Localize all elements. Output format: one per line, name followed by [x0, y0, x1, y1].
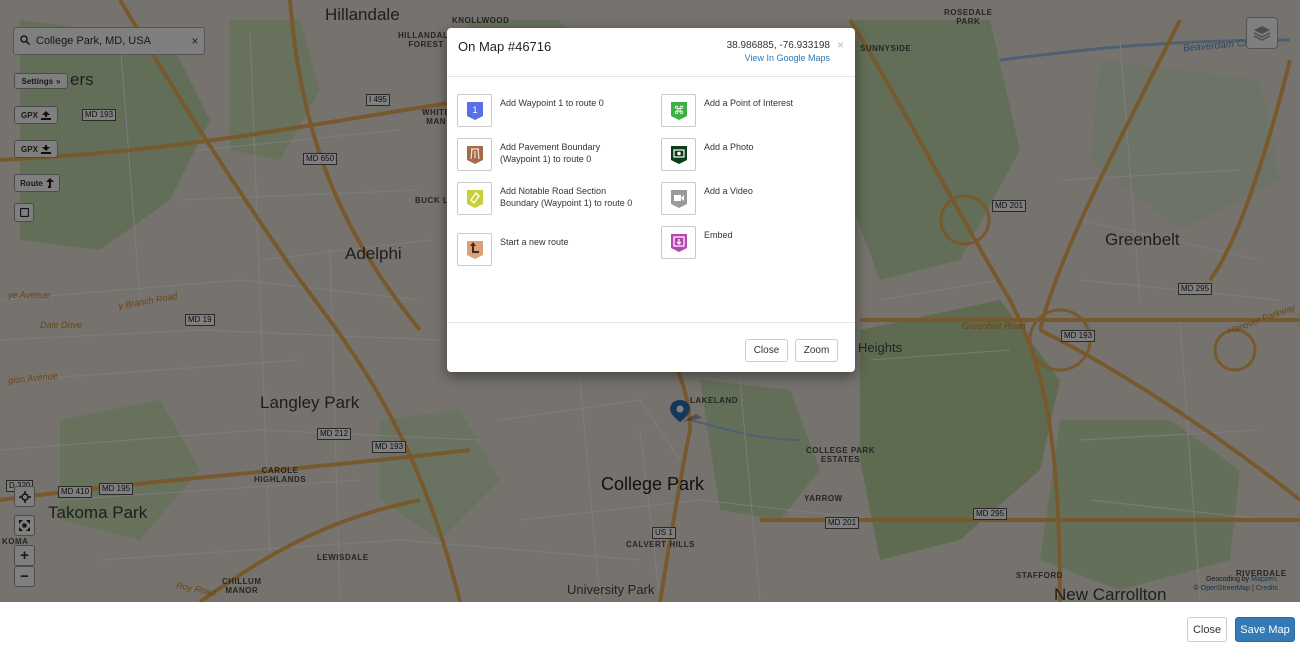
close-icon[interactable]: ×: [837, 38, 844, 52]
action-label: Add Waypoint 1 to route 0: [500, 98, 604, 108]
footer-bar: [0, 602, 1300, 646]
action-label: Add a Point of Interest: [704, 98, 794, 108]
modal-header: On Map #46716 38.986885, -76.933198 View…: [447, 28, 855, 77]
action-label: Add a Photo: [704, 142, 754, 152]
close-button[interactable]: Close: [1187, 617, 1227, 642]
pavement-boundary-icon: [457, 138, 492, 171]
map-point-modal: On Map #46716 38.986885, -76.933198 View…: [447, 28, 855, 372]
embed-icon: [661, 226, 696, 259]
action-label: Add Pavement Boundary (Waypoint 1) to ro…: [500, 142, 601, 164]
waypoint-icon: 1: [457, 94, 492, 127]
action-label: Add Notable Road Section Boundary (Waypo…: [500, 186, 633, 208]
coordinates-block: 38.986885, -76.933198 View In Google Map…: [727, 39, 830, 65]
action-label: Start a new route: [500, 237, 569, 247]
modal-body: 1 Add Waypoint 1 to route 0 Add Pavement…: [447, 77, 855, 323]
add-video-action[interactable]: Add a Video: [661, 182, 841, 215]
waypoint-number: 1: [472, 105, 477, 115]
modal-title: On Map #46716: [458, 39, 552, 54]
point-of-interest-icon: ⌘: [661, 94, 696, 127]
add-photo-action[interactable]: Add a Photo: [661, 138, 841, 171]
embed-action[interactable]: Embed: [661, 226, 841, 259]
svg-text:⌘: ⌘: [673, 104, 684, 117]
add-pavement-boundary-action[interactable]: Add Pavement Boundary (Waypoint 1) to ro…: [457, 138, 637, 171]
view-in-google-maps-link[interactable]: View In Google Maps: [727, 52, 830, 65]
save-map-button[interactable]: Save Map: [1235, 617, 1295, 642]
new-route-icon: [457, 233, 492, 266]
add-waypoint-action[interactable]: 1 Add Waypoint 1 to route 0: [457, 94, 637, 127]
road-section-icon: [457, 182, 492, 215]
modal-close-button[interactable]: Close: [745, 339, 788, 362]
action-label: Add a Video: [704, 186, 753, 196]
add-point-of-interest-action[interactable]: ⌘ Add a Point of Interest: [661, 94, 841, 127]
photo-icon: [661, 138, 696, 171]
modal-zoom-button[interactable]: Zoom: [795, 339, 838, 362]
action-label: Embed: [704, 230, 733, 240]
add-road-section-boundary-action[interactable]: Add Notable Road Section Boundary (Waypo…: [457, 182, 637, 215]
coordinates-text: 38.986885, -76.933198: [726, 40, 830, 51]
video-icon: [661, 182, 696, 215]
start-new-route-action[interactable]: Start a new route: [457, 233, 637, 266]
